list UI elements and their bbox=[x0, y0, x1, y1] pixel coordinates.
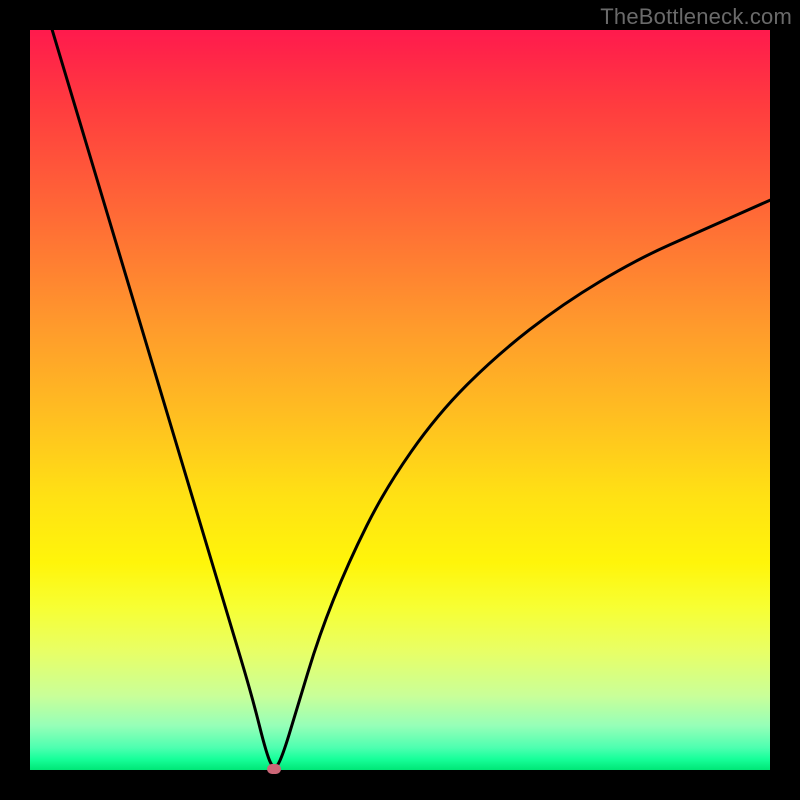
bottleneck-curve bbox=[30, 30, 770, 770]
watermark-text: TheBottleneck.com bbox=[600, 4, 792, 30]
plot-area bbox=[30, 30, 770, 770]
chart-frame: TheBottleneck.com bbox=[0, 0, 800, 800]
minimum-marker bbox=[267, 764, 281, 774]
